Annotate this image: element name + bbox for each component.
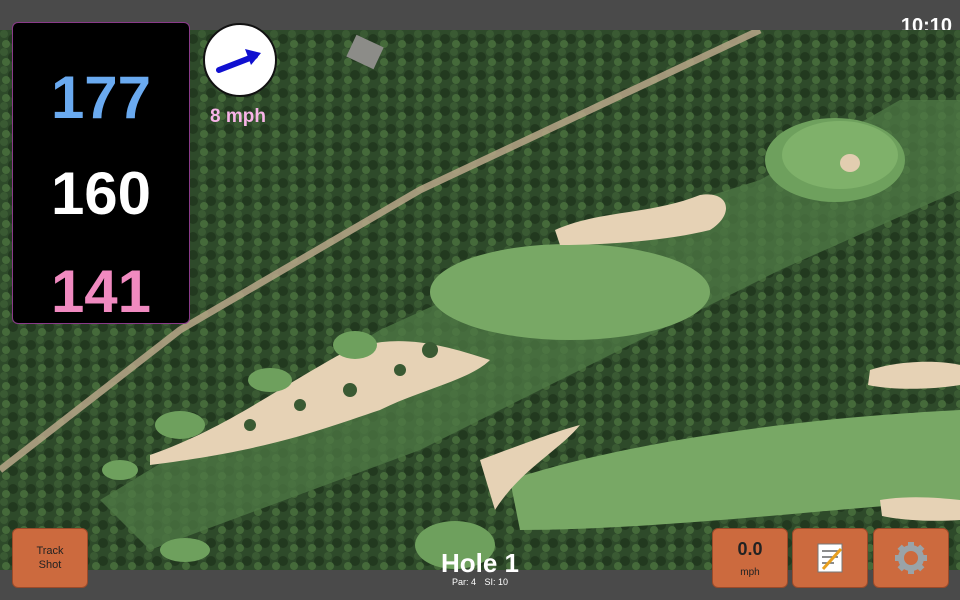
wind-speed-label: 8 mph <box>210 106 266 127</box>
distance-middle: 160 <box>50 160 152 227</box>
hole-title: Hole 1 <box>440 548 520 578</box>
track-shot-label-line2: Shot <box>38 559 62 571</box>
wind-speed-value: 0.0 <box>737 539 763 559</box>
hole-info: Par: 4 SI: 10 <box>380 577 580 587</box>
settings-button[interactable] <box>873 528 949 588</box>
distance-panel: 177 160 141 <box>12 22 190 325</box>
hole-stroke-index: SI: 10 <box>484 577 509 587</box>
notepad-icon <box>817 543 843 573</box>
wind-indicator <box>203 23 277 97</box>
arrow-right-icon <box>216 49 261 73</box>
wind-speed-unit: mph <box>740 567 760 578</box>
track-shot-button[interactable]: Track Shot <box>12 528 88 588</box>
gear-icon <box>895 542 927 574</box>
distance-back: 177 <box>50 64 152 131</box>
distance-front: 141 <box>50 258 152 325</box>
notes-button[interactable] <box>792 528 868 588</box>
track-shot-label-line1: Track <box>36 545 64 557</box>
hole-par: Par: 4 <box>451 577 476 587</box>
wind-speed-button[interactable]: 0.0 mph <box>712 528 788 588</box>
